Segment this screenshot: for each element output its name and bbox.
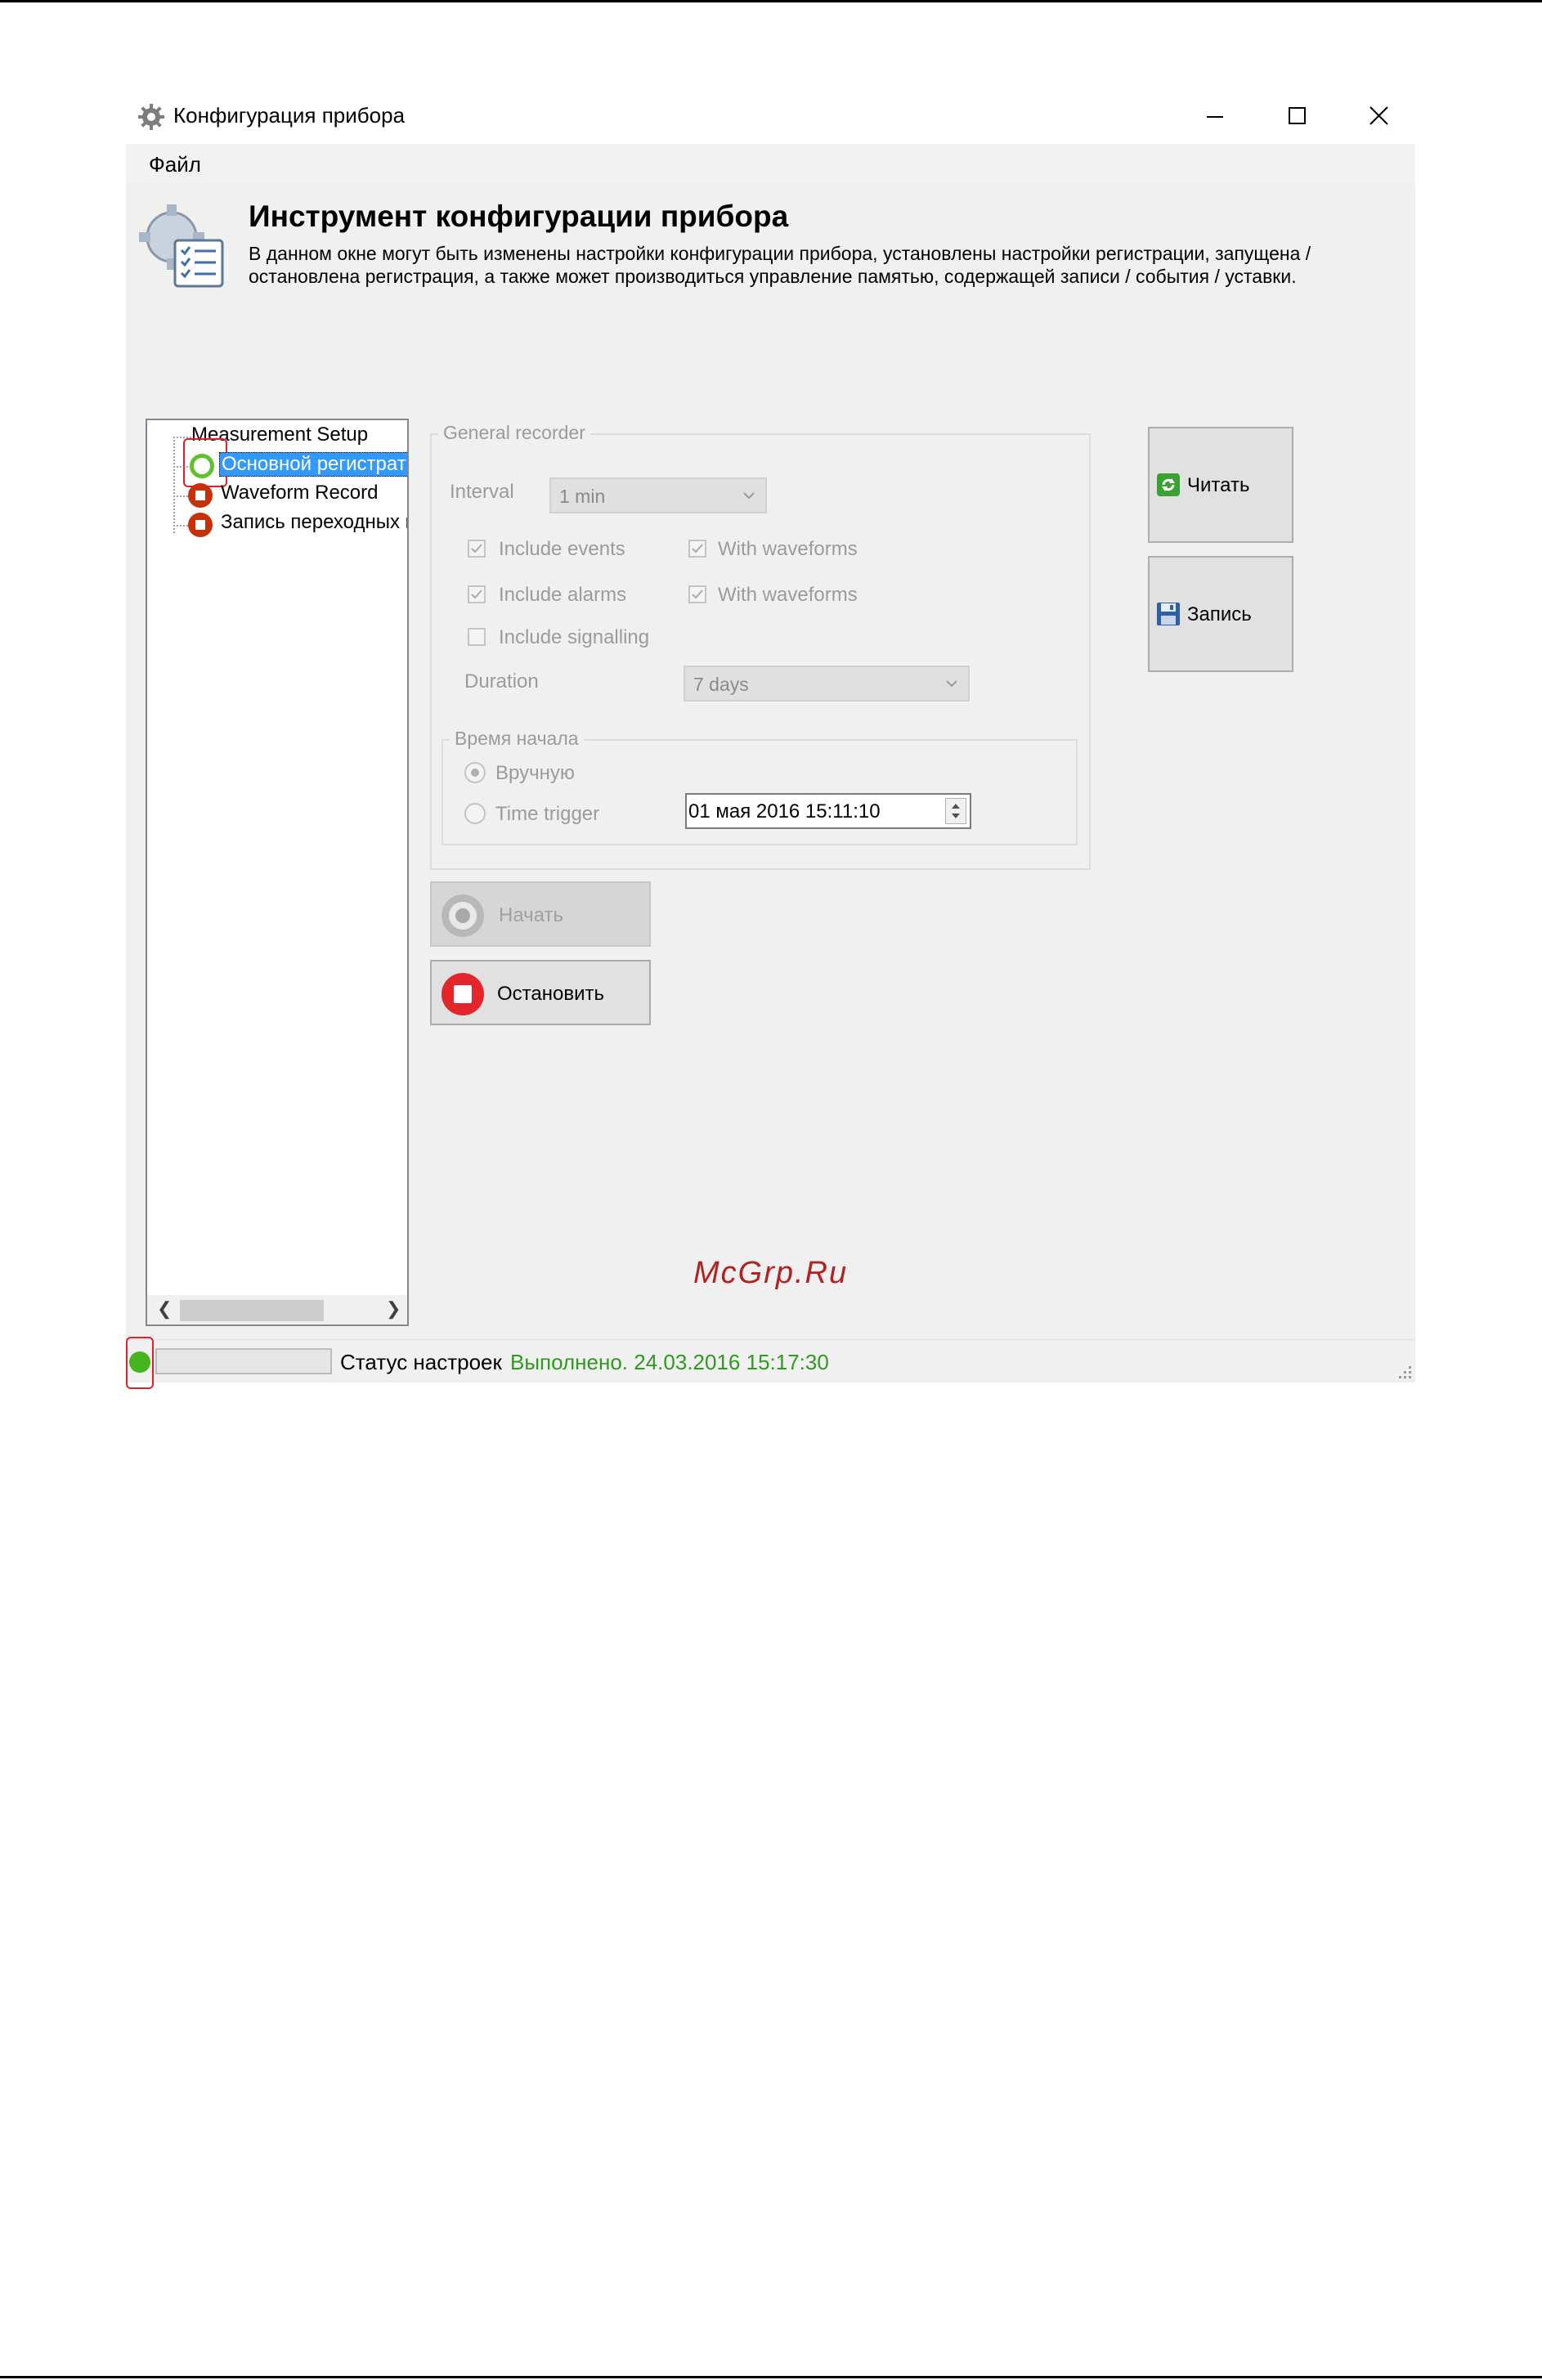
maximize-icon[interactable] [1271,96,1323,134]
chevron-down-icon [743,492,755,500]
recorder-tree[interactable]: Measurement Setup Основной регистрат Wav… [146,419,409,1326]
status-bar: Статус настроек Выполнено. 24.03.2016 15… [126,1337,1415,1389]
tree-connector [173,525,188,527]
include-alarms-checkbox[interactable] [468,585,486,603]
check-icon [471,589,482,599]
tree-connector [173,437,175,533]
tree-horizontal-scrollbar[interactable]: ❮ ❯ [147,1295,407,1324]
spin-updown-icon[interactable] [945,798,966,824]
start-button-label: Начать [499,904,563,926]
page-title: Инструмент конфигурации прибора [249,199,789,233]
scrollbar-thumb[interactable] [180,1300,324,1321]
interval-value: 1 min [559,486,606,507]
status-label: Статус настроек [340,1350,502,1374]
stop-button-label: Остановить [497,983,604,1005]
events-waveforms-checkbox[interactable] [688,540,706,558]
start-time-title: Время начала [450,728,584,750]
watermark: McGrp.Ru [693,1256,849,1290]
write-button[interactable]: Запись [1148,556,1293,672]
page-bottom-rule [0,2376,1542,2378]
include-alarms-label: Include alarms [499,584,627,606]
check-icon [471,544,482,554]
duration-label: Duration [464,670,539,692]
interval-label: Interval [450,481,514,503]
progress-bar [155,1348,332,1374]
status-value: Выполнено. 24.03.2016 15:17:30 [510,1350,829,1374]
read-button[interactable]: Читать [1148,427,1293,543]
read-button-label: Читать [1187,474,1250,496]
scroll-right-icon[interactable]: ❯ [386,1298,401,1320]
refresh-icon [1157,473,1180,496]
menu-bar: Файл [126,144,1415,185]
stopped-status-icon [188,513,213,537]
minimize-icon[interactable] [1189,96,1241,134]
include-events-checkbox[interactable] [468,540,486,558]
write-button-label: Запись [1187,603,1252,625]
page-description: В данном окне могут быть изменены настро… [249,243,1311,287]
configuration-tool-icon [139,204,224,288]
stopped-status-icon [188,483,213,508]
window-title: Конфигурация прибора [173,103,406,128]
interval-select[interactable]: 1 min [549,477,767,513]
general-recorder-group: General recorder Interval 1 min Include … [430,422,1091,870]
alarms-waveforms-label: With waveforms [718,584,858,606]
time-trigger-label: Time trigger [495,803,600,825]
include-signalling-label: Include signalling [499,626,650,648]
record-start-icon [442,894,484,937]
menu-file[interactable]: Файл [149,152,201,177]
start-button[interactable]: Начать [430,881,651,947]
time-trigger-radio[interactable] [464,803,486,824]
gear-icon [138,104,164,130]
events-waveforms-label: With waveforms [718,538,858,560]
manual-start-radio[interactable] [464,762,486,783]
group-title: General recorder [438,422,590,444]
page-top-rule [0,0,1542,2]
check-icon [692,589,703,599]
title-bar: Конфигурация прибора [126,88,1415,144]
client-area: Инструмент конфигурации прибора В данном… [126,185,1415,1339]
duration-select[interactable]: 7 days [684,666,970,701]
start-datetime-value: 01 мая 2016 15:11:10 [688,800,881,822]
start-time-group: Время начала Вручную Time trigger 01 мая… [442,728,1078,845]
chevron-down-icon [946,680,957,688]
check-icon [692,544,703,554]
duration-value: 7 days [693,674,749,695]
start-datetime-picker[interactable]: 01 мая 2016 15:11:10 [685,793,971,829]
scroll-left-icon[interactable]: ❮ [157,1298,172,1320]
alarms-waveforms-checkbox[interactable] [688,585,706,603]
app-window: Конфигурация прибора Файл Инструмент кон… [126,88,1415,1389]
tree-item-main-recorder[interactable]: Основной регистрат [219,452,407,477]
tree-item-waveform-record[interactable]: Waveform Record [221,482,379,504]
highlight-frame [126,1337,154,1389]
stop-button[interactable]: Остановить [430,960,651,1025]
manual-start-label: Вручную [495,762,575,784]
include-events-label: Include events [499,538,625,560]
stop-icon [442,973,484,1015]
resize-grip-icon[interactable] [1394,1361,1414,1381]
tree-connector [173,495,188,497]
close-icon[interactable] [1352,96,1405,134]
include-signalling-checkbox[interactable] [468,628,486,646]
save-icon [1157,603,1180,625]
tree-item-transient-record[interactable]: Запись переходных п [221,511,407,534]
